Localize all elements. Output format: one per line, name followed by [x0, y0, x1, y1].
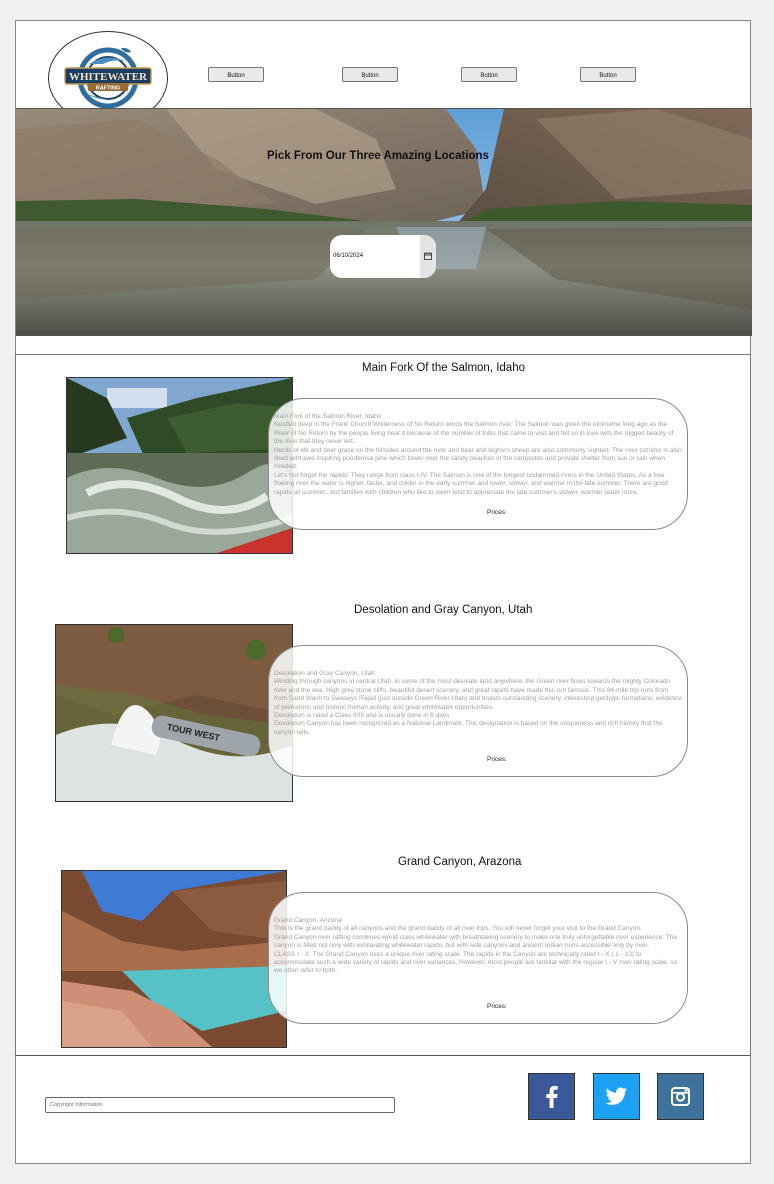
date-picker-button[interactable]	[420, 235, 436, 278]
prices-label: Prices:	[487, 509, 507, 516]
hero-title: Pick From Our Three Amazing Locations	[267, 150, 489, 162]
prices-label: Prices:	[487, 1003, 507, 1010]
twitter-button[interactable]	[593, 1073, 640, 1120]
facebook-icon	[546, 1085, 558, 1108]
hero-banner: Pick From Our Three Amazing Locations 06…	[16, 108, 752, 336]
nav-button-3[interactable]: Button	[461, 67, 517, 82]
nav-button-2[interactable]: Button	[342, 67, 398, 82]
copyright-field[interactable]	[45, 1097, 395, 1113]
prices-label: Prices:	[487, 756, 507, 763]
location-paragraph: Main Fork of the Salmon River, Idaho	[274, 413, 382, 420]
location-title-grand-canyon: Grand Canyon, Arazona	[398, 856, 522, 868]
nav-button-1[interactable]: Button	[208, 67, 264, 82]
location-title-desolation: Desolation and Gray Canyon, Utah	[354, 604, 533, 616]
locations-section: Main Fork Of the Salmon, Idaho Main Fork…	[15, 354, 751, 1056]
location-paragraph: Desolation is rated a Class II/III and i…	[274, 712, 450, 720]
instagram-button[interactable]	[657, 1073, 704, 1120]
nav-button-4[interactable]: Button	[580, 67, 636, 82]
logo-subtext: RAFTING	[96, 86, 120, 92]
location-paragraph: This is the grand daddy of all canyons a…	[274, 925, 642, 933]
date-input[interactable]: 06/10/2024	[330, 235, 436, 278]
location-paragraph: Let's not forget the rapids! They range …	[274, 471, 669, 496]
location-paragraph: Winding through canyons in central Utah,…	[274, 678, 682, 711]
location-card-desolation: Desolation and Gray Canyon, Utah Winding…	[268, 645, 688, 777]
location-paragraph: Herds of elk and deer graze on the hills…	[274, 446, 682, 471]
location-photo-desolation: TOUR WEST	[55, 624, 293, 802]
location-paragraph: CLASS I - X: The Grand Canyon uses a uni…	[274, 950, 678, 975]
instagram-icon	[671, 1087, 690, 1106]
location-title-salmon: Main Fork Of the Salmon, Idaho	[362, 362, 525, 374]
page: WHITEWATER RAFTING Button Button Button …	[15, 20, 752, 1164]
location-paragraph: Desolation Canyon has been recognized as…	[274, 720, 663, 736]
date-value: 06/10/2024	[333, 253, 364, 259]
location-card-grand-canyon: Grand Canyon, Arizona This is the grand …	[268, 892, 688, 1024]
twitter-icon	[605, 1087, 627, 1105]
location-paragraph: Nestled deep in the Frank Church Wildern…	[274, 421, 674, 446]
location-photo-salmon	[66, 377, 293, 554]
hero-canyon-image	[16, 109, 752, 335]
logo-text: WHITEWATER	[69, 71, 148, 83]
location-photo-grand-canyon	[61, 870, 287, 1048]
location-paragraph: Grand Canyon river rafting combines worl…	[274, 933, 678, 950]
location-paragraph: Desolation and Gray Canyon, Utah	[274, 670, 375, 677]
calendar-icon	[424, 252, 432, 260]
location-card-salmon: Main Fork of the Salmon River, Idaho Nes…	[268, 398, 688, 530]
location-paragraph: Grand Canyon, Arizona	[274, 917, 342, 924]
facebook-button[interactable]	[528, 1073, 575, 1120]
